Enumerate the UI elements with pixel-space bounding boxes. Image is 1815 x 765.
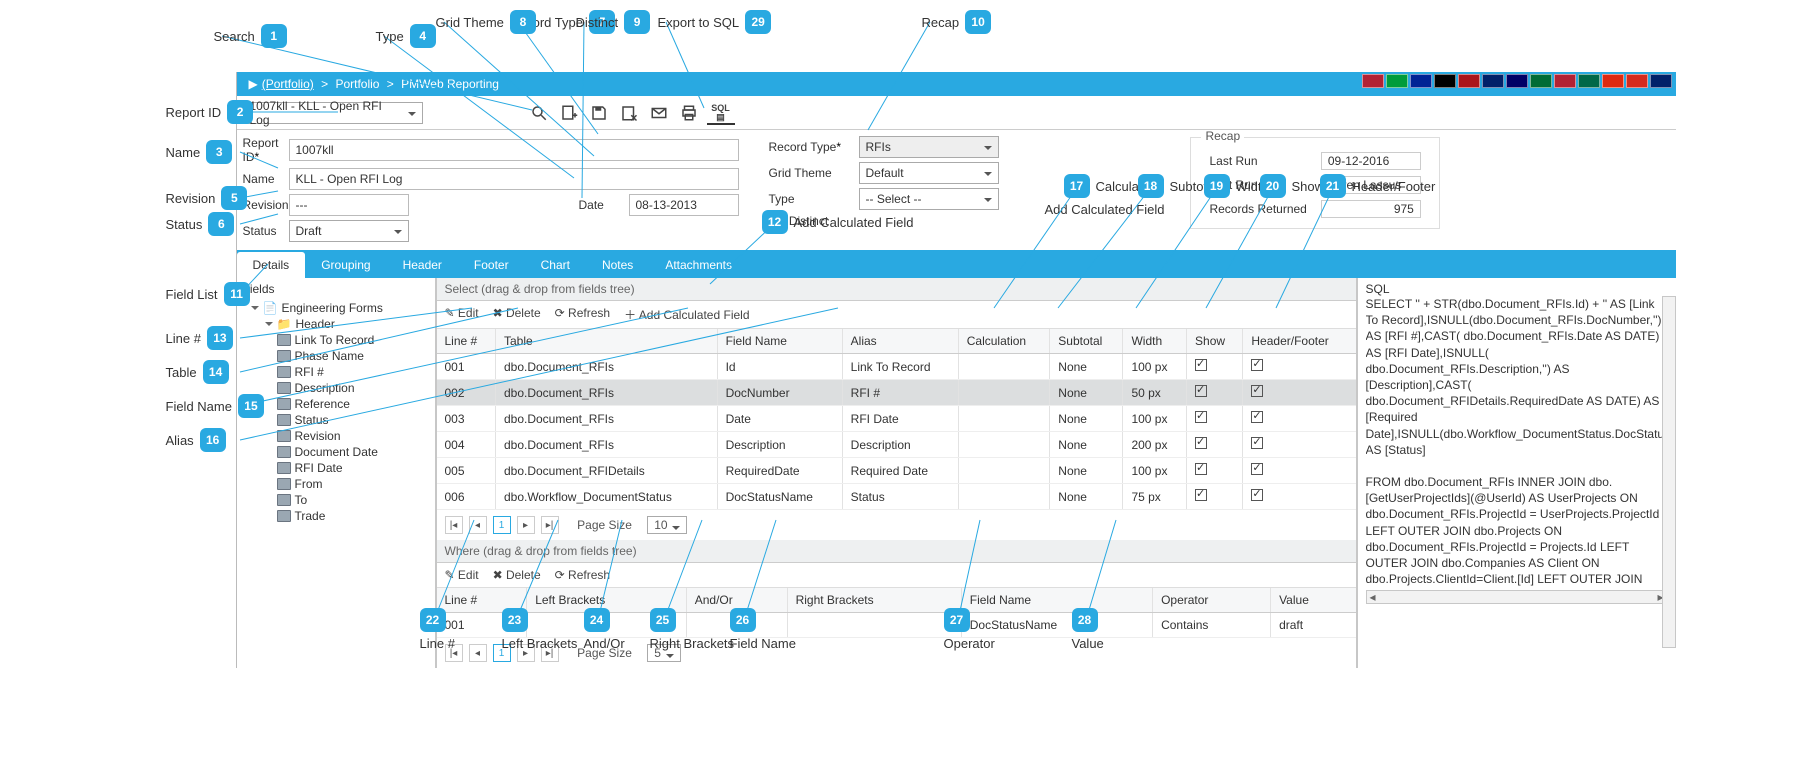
callout-21: Header/Footer21 xyxy=(1320,174,1442,198)
callout-3: Name3 xyxy=(160,140,233,164)
callout-26: 26 xyxy=(730,608,756,632)
callout-12: Add Calculated Field12 xyxy=(762,210,920,234)
callout-4: Type4 xyxy=(370,24,436,48)
callout-13: Line #13 xyxy=(160,326,233,350)
callout-16: Alias16 xyxy=(160,428,226,452)
callout-1: Search1 xyxy=(208,24,287,48)
callout-29: Export to SQL29 xyxy=(652,10,772,34)
callout-24: 24 xyxy=(584,608,610,632)
callout-27: 27 xyxy=(944,608,970,632)
callout-5: Revision5 xyxy=(160,186,248,210)
callout-14: Table14 xyxy=(160,360,229,384)
callout-22: 22 xyxy=(420,608,446,632)
callout-9: Distinct9 xyxy=(570,10,651,34)
callout-28: 28 xyxy=(1072,608,1098,632)
callout-11: Field List11 xyxy=(160,282,250,306)
callout-6: Status6 xyxy=(160,212,235,236)
callout-23: 23 xyxy=(502,608,528,632)
callout-10: Recap10 xyxy=(916,10,992,34)
callout-15: Field Name15 xyxy=(160,394,264,418)
callout-25: 25 xyxy=(650,608,676,632)
callout-2: Report ID2 xyxy=(160,100,254,124)
callout-8: Grid Theme8 xyxy=(430,10,536,34)
